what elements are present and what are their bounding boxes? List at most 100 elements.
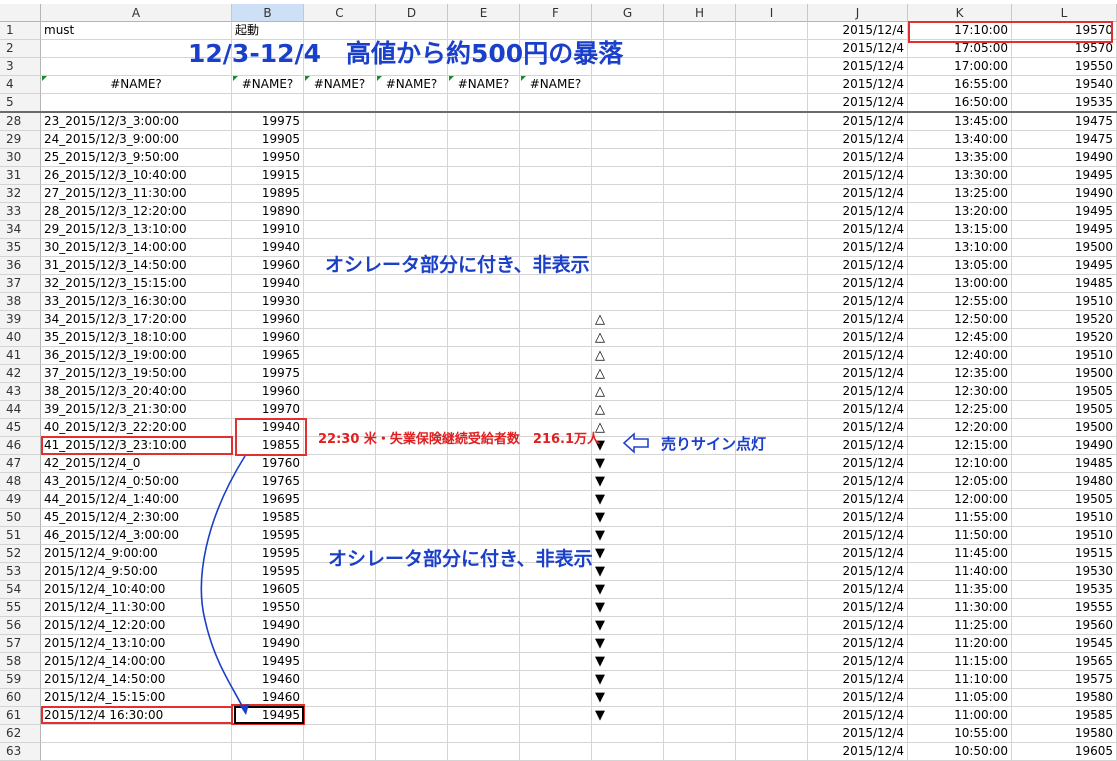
cell-a[interactable]: 42_2015/12/4_0 [41,455,232,473]
cell-j[interactable]: 2015/12/4 [808,365,908,383]
cell-empty[interactable] [520,383,592,401]
cell-b[interactable]: 19460 [232,671,304,689]
cell-empty[interactable] [304,113,376,131]
cell-l[interactable]: 19550 [1012,58,1117,76]
row-header[interactable]: 31 [0,167,41,185]
cell-empty[interactable] [376,221,448,239]
cell-l[interactable]: 19495 [1012,167,1117,185]
cell-empty[interactable] [664,689,736,707]
cell-empty[interactable] [664,76,736,94]
cell-empty[interactable] [520,527,592,545]
signal-cell[interactable]: ▼ [592,689,664,707]
cell-a[interactable]: 2015/12/4_11:30:00 [41,599,232,617]
cell-k[interactable]: 13:30:00 [908,167,1012,185]
cell-j[interactable]: 2015/12/4 [808,221,908,239]
cell-l[interactable]: 19555 [1012,599,1117,617]
cell-l[interactable]: 19510 [1012,527,1117,545]
cell-k[interactable]: 12:35:00 [908,365,1012,383]
signal-cell[interactable]: ▼ [592,563,664,581]
signal-cell[interactable] [592,239,664,257]
cell-empty[interactable] [448,509,520,527]
cell-j[interactable]: 2015/12/4 [808,635,908,653]
cell-l[interactable]: 19500 [1012,365,1117,383]
cell-b[interactable]: 19940 [232,239,304,257]
cell-empty[interactable] [520,491,592,509]
signal-cell[interactable] [592,725,664,743]
cell-a[interactable]: 2015/12/4_10:40:00 [41,581,232,599]
cell-empty[interactable] [520,635,592,653]
signal-cell[interactable] [592,185,664,203]
cell-a[interactable]: 2015/12/4_9:50:00 [41,563,232,581]
cell-empty[interactable] [304,617,376,635]
cell-a[interactable]: 31_2015/12/3_14:50:00 [41,257,232,275]
cell-empty[interactable] [736,203,808,221]
signal-cell[interactable] [592,257,664,275]
cell-empty[interactable] [736,221,808,239]
cell-empty[interactable] [304,509,376,527]
signal-cell[interactable] [592,113,664,131]
cell-empty[interactable] [376,617,448,635]
row-header[interactable]: 62 [0,725,41,743]
cell-c[interactable] [304,94,376,112]
cell-empty[interactable] [736,347,808,365]
cell-empty[interactable] [520,149,592,167]
cell-empty[interactable] [520,275,592,293]
cell-k[interactable]: 11:30:00 [908,599,1012,617]
cell-empty[interactable] [448,527,520,545]
row-header[interactable]: 52 [0,545,41,563]
column-header-a[interactable]: A [41,4,232,22]
cell-l[interactable]: 19490 [1012,185,1117,203]
signal-cell[interactable]: ▼ [592,527,664,545]
cell-l[interactable]: 19545 [1012,635,1117,653]
row-header[interactable]: 3 [0,58,41,76]
cell-empty[interactable] [448,347,520,365]
row-header[interactable]: 4 [0,76,41,94]
cell-empty[interactable] [520,131,592,149]
signal-cell[interactable]: ▼ [592,473,664,491]
cell-l[interactable]: 19515 [1012,545,1117,563]
cell-empty[interactable] [664,257,736,275]
cell-l[interactable]: 19540 [1012,76,1117,94]
cell-empty[interactable] [520,455,592,473]
cell-j[interactable]: 2015/12/4 [808,58,908,76]
cell-j[interactable]: 2015/12/4 [808,599,908,617]
column-header-f[interactable]: F [520,4,592,22]
cell-empty[interactable] [736,113,808,131]
row-header[interactable]: 58 [0,653,41,671]
row-header[interactable]: 42 [0,365,41,383]
cell-j[interactable]: 2015/12/4 [808,509,908,527]
cell-a[interactable]: 35_2015/12/3_18:10:00 [41,329,232,347]
cell-j[interactable]: 2015/12/4 [808,167,908,185]
cell-l[interactable]: 19500 [1012,419,1117,437]
cell-j[interactable]: 2015/12/4 [808,383,908,401]
cell-k[interactable]: 12:45:00 [908,329,1012,347]
cell-k[interactable]: 11:45:00 [908,545,1012,563]
signal-cell[interactable]: △ [592,419,664,437]
cell-empty[interactable] [304,131,376,149]
cell-empty[interactable] [520,473,592,491]
cell-empty[interactable] [304,311,376,329]
cell-empty[interactable] [304,185,376,203]
cell-empty[interactable] [376,473,448,491]
cell-a[interactable] [41,94,232,112]
cell-empty[interactable] [664,22,736,40]
row-header[interactable]: 43 [0,383,41,401]
cell-k[interactable]: 16:50:00 [908,94,1012,112]
cell-k[interactable]: 12:30:00 [908,383,1012,401]
cell-empty[interactable] [376,311,448,329]
cell-k[interactable]: 13:25:00 [908,185,1012,203]
cell-empty[interactable] [736,329,808,347]
cell-empty[interactable] [736,599,808,617]
cell-l[interactable]: 19475 [1012,113,1117,131]
row-header[interactable]: 55 [0,599,41,617]
cell-empty[interactable] [448,725,520,743]
signal-cell[interactable] [592,167,664,185]
cell-empty[interactable] [448,203,520,221]
cell-empty[interactable] [736,239,808,257]
cell-a[interactable]: 44_2015/12/4_1:40:00 [41,491,232,509]
cell-empty[interactable] [376,455,448,473]
cell-l[interactable]: 19495 [1012,203,1117,221]
cell-empty[interactable] [376,365,448,383]
row-header[interactable]: 2 [0,40,41,58]
cell-a[interactable]: 32_2015/12/3_15:15:00 [41,275,232,293]
